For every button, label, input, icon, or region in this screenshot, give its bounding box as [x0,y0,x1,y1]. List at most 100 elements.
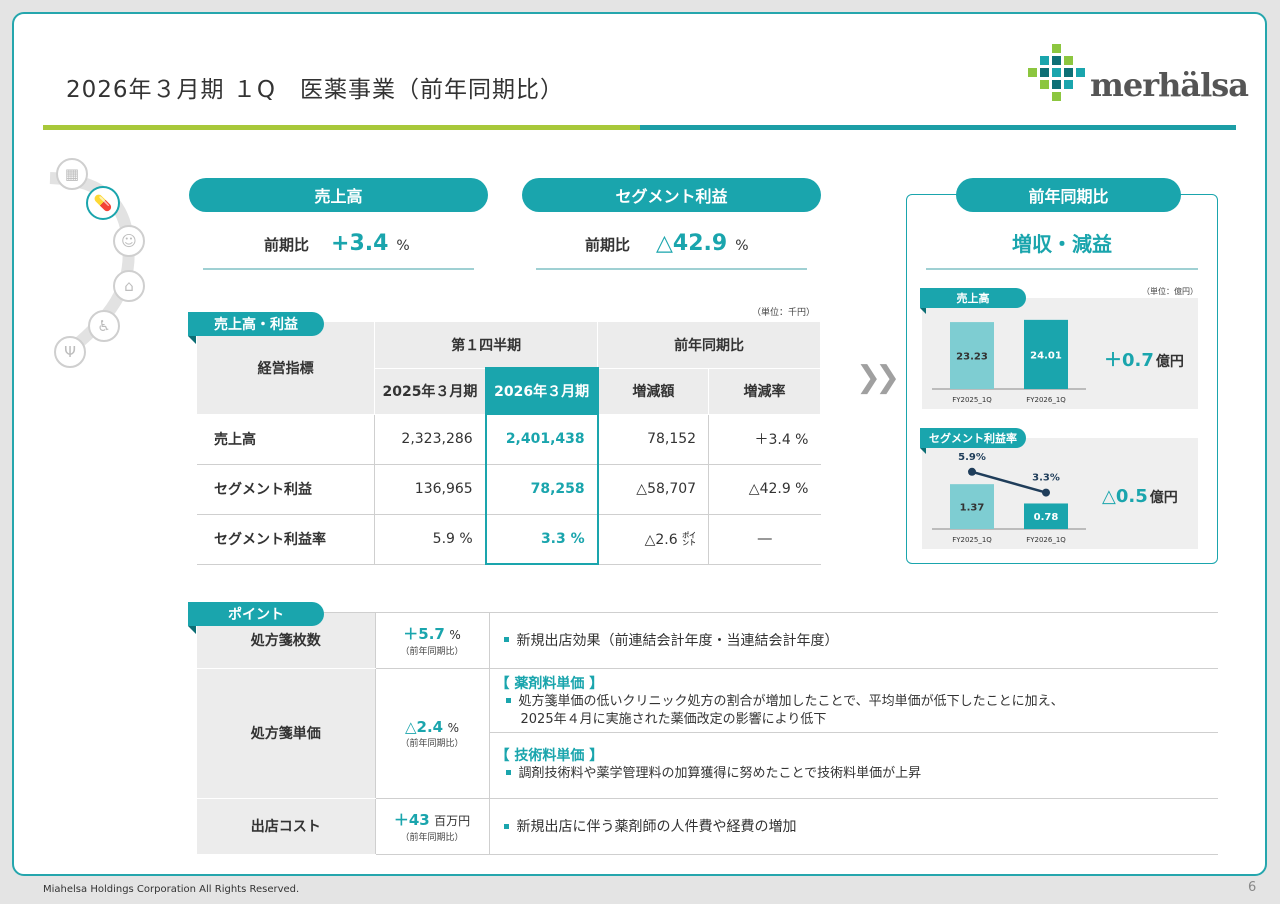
row-label: 売上高 [197,414,376,465]
points-top-border [197,612,1218,613]
sales-summary-label: 売上高 [189,178,488,212]
margin-delta: △0.5 億円 [1102,486,1178,507]
page-title: 2026年３月期 １Q 医薬事業（前年同期比） [66,77,564,103]
chart-data-label: 1.37 [960,503,985,514]
chart-tick-label: FY2026_1Q [1026,536,1066,544]
table-row: セグメント利益 136,965 78,258 △58,707 △42.9 % [197,464,821,515]
point-label: 処方箋単価 [197,668,375,799]
margin-chart-tab: セグメント利益率 [920,428,1026,454]
th-quarter: 第１四半期 [374,322,599,369]
point-value-cell: ＋5.7 % （前年同期比） [374,612,490,669]
row-label: セグメント利益率 [197,514,376,565]
chart-tick-label: FY2026_1Q [1026,396,1066,404]
child-face-icon: ☺ [113,225,145,257]
point-value: ＋43 [393,811,430,829]
th-yoy: 前年同期比 [597,322,821,369]
th-fy26: 2026年３月期 [484,367,599,415]
segment-cmp-value: △42.9 [656,231,728,256]
cell-diff: △58,707 [597,464,710,515]
sub2-body: 調剤技術料や薬学管理料の加算獲得に努めたことで技術料単価が上昇 [496,765,1213,783]
chart-line-label: 3.3% [1032,473,1060,484]
row-label: セグメント利益 [197,464,376,515]
segment-summary-label: セグメント利益 [522,178,821,212]
sub-block-drug: 【 薬剤料単価 】 処方箋単価の低いクリニック処方の割合が増加したことで、平均単… [489,669,1218,733]
logo-text: merhälsa [1090,66,1249,104]
yoy-note: （前年同期比） [400,646,464,657]
cell-fy26: 78,258 [484,464,599,515]
points-tab: ポイント [188,602,324,634]
fin-table-tab: 売上高・利益 [188,312,324,344]
footer-copyright: Miahelsa Holdings Corporation All Rights… [43,884,300,895]
sales-cmp-label: 前期比 [264,236,310,254]
sales-chart: 23.23 FY2025_1Q 24.01 FY2026_1Q [932,319,1086,404]
sub2-title: 【 技術料単価 】 [495,748,604,764]
chart-data-label: 23.23 [956,352,988,363]
table-row: 売上高 2,323,286 2,401,438 78,152 ＋3.4 % [197,414,821,465]
bullet-icon [505,770,511,775]
th-rate: 増減率 [708,368,821,415]
sub1-title: 【 薬剤料単価 】 [495,676,604,692]
fin-unit-note: （単位：千円） [752,308,816,318]
double-chevron-right-icon: ❯❯ [856,360,900,395]
segment-underline [536,268,807,270]
fork-knife-icon: Ψ [54,336,86,368]
yoy-panel-label: 前年同期比 [956,178,1181,212]
sub2-text: 調剤技術料や薬学管理料の加算獲得に努めたことで技術料単価が上昇 [518,766,922,781]
point-unit: % [447,720,459,735]
margin-chart: 1.37 FY2025_1Q 0.78 FY2026_1Q 5.9% 3.3% [932,452,1086,544]
cell-rate: △42.9 % [708,464,821,515]
bullet-icon [503,637,509,643]
sales-delta-value: ＋0.7 [1104,350,1154,371]
point-value: ＋5.7 [403,624,445,643]
cell-fy25: 5.9 % [374,514,487,565]
chart-tick-label: FY2025_1Q [952,396,992,404]
building-icon: ▦ [56,158,88,190]
header-rule-teal [640,125,1236,130]
cell-fy25: 2,323,286 [374,414,487,465]
header-rule-green [43,125,640,130]
point-text-cell: 新規出店に伴う薬剤師の人件費や経費の増加 [489,798,1218,855]
cell-diff: 78,152 [597,414,710,465]
chart-line-point [968,467,976,476]
sub-block-tech: 【 技術料単価 】 調剤技術料や薬学管理料の加算獲得に努めたことで技術料単価が上… [490,733,1219,797]
margin-delta-value: △0.5 [1102,486,1148,507]
th-fy25: 2025年３月期 [374,368,487,415]
point-value: △2.4 [405,717,444,736]
yoy-note: （前年同期比） [400,738,464,749]
segment-cmp-unit: % [735,238,749,254]
point-value-cell: ＋43 百万円 （前年同期比） [374,798,490,855]
chart-line-point [1042,488,1050,497]
point-text-cell: 【 薬剤料単価 】 処方箋単価の低いクリニック処方の割合が増加したことで、平均単… [489,668,1219,799]
cell-fy25: 136,965 [374,464,487,515]
chart-data-label: 0.78 [1034,512,1059,523]
margin-delta-unit: 億円 [1149,490,1178,506]
house-icon: ⌂ [113,270,145,302]
yoy-note: （前年同期比） [400,833,464,843]
sales-delta-unit: 億円 [1155,354,1184,370]
table-row: セグメント利益率 5.9 % 3.3 % △2.6 ㌽ ― [197,514,821,565]
table-row: 処方箋単価 △2.4 % （前年同期比） 【 薬剤料単価 】 処方箋単価の低いク… [197,668,1219,799]
sub1-body: 処方箋単価の低いクリニック処方の割合が増加したことで、平均単価が低下したことに加… [496,693,1213,729]
point-text: 新規出店に伴う薬剤師の人件費や経費の増加 [516,819,797,835]
sub1-text1: 処方箋単価の低いクリニック処方の割合が増加したことで、平均単価が低下したことに加… [518,694,1064,709]
bullet-icon [505,698,511,703]
bullet-icon [503,823,509,829]
segment-cmp-label: 前期比 [585,236,631,254]
th-diff: 増減額 [597,368,710,415]
sales-cmp-value: +3.4 [331,231,389,256]
yoy-headline: 増収・減益 [1012,232,1112,256]
sub1-text2: 2025年４月に実施された薬価改定の影響により低下 [520,712,827,727]
cell-rate: ＋3.4 % [708,414,821,465]
yoy-underline [926,268,1198,270]
sales-summary-cmp: 前期比 +3.4 % [264,231,410,256]
point-text-cell: 新規出店効果（前連結会計年度・当連結会計年度） [489,612,1218,669]
segment-summary-cmp: 前期比 △42.9 % [585,231,749,256]
cell-diff: △2.6 ㌽ [597,514,710,565]
point-label: 出店コスト [197,798,375,855]
chart-data-label: 24.01 [1030,350,1062,361]
chart-line-label: 5.9% [958,452,986,463]
sales-cmp-unit: % [396,238,410,254]
point-unit: 百万円 [434,814,471,828]
chart-tick-label: FY2025_1Q [952,536,992,544]
points-table: 処方箋枚数 ＋5.7 % （前年同期比） 新規出店効果（前連結会計年度・当連結会… [197,612,1218,855]
